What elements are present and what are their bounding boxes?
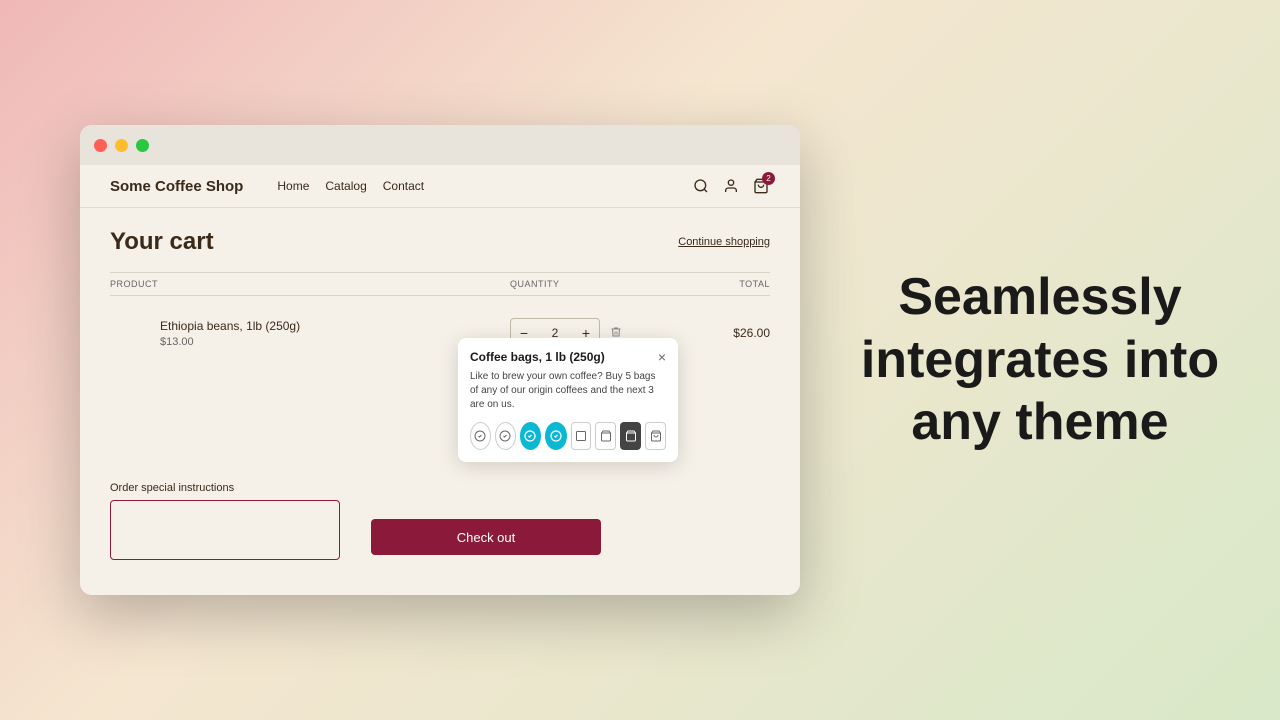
tooltip-icon-2[interactable]: [495, 422, 516, 450]
cart-badge: 2: [762, 172, 775, 185]
tooltip-icon-1[interactable]: [470, 422, 491, 450]
nav-catalog[interactable]: Catalog: [325, 179, 366, 193]
nav-contact[interactable]: Contact: [383, 179, 424, 193]
col-total: TOTAL: [670, 279, 770, 289]
tooltip-header: Coffee bags, 1 lb (250g) ×: [470, 350, 666, 364]
checkout-button[interactable]: Check out: [371, 519, 601, 555]
nav: Some Coffee Shop Home Catalog Contact: [80, 165, 800, 208]
instructions-textarea[interactable]: [110, 500, 340, 560]
tooltip-popup: Coffee bags, 1 lb (250g) × Like to brew …: [458, 338, 678, 462]
col-product: PRODUCT: [110, 279, 510, 289]
tagline: Seamlessly integrates into any theme: [861, 266, 1219, 453]
minimize-button[interactable]: [115, 139, 128, 152]
cart-table-header: PRODUCT QUANTITY TOTAL: [110, 272, 770, 296]
product-name: Ethiopia beans, 1lb (250g): [160, 319, 510, 333]
store-logo: Some Coffee Shop: [110, 178, 243, 195]
browser-titlebar: [80, 125, 800, 165]
cart-icon[interactable]: 2: [752, 177, 770, 195]
tooltip-icon-7[interactable]: [620, 422, 641, 450]
item-total: $26.00: [670, 326, 770, 340]
tooltip-icon-5[interactable]: [571, 422, 592, 450]
cart-header: Your cart Continue shopping: [110, 228, 770, 256]
tooltip-title: Coffee bags, 1 lb (250g): [470, 350, 605, 364]
browser-content: Some Coffee Shop Home Catalog Contact: [80, 165, 800, 595]
cart-title: Your cart: [110, 228, 214, 256]
product-info: Ethiopia beans, 1lb (250g) $13.00: [110, 319, 510, 348]
cart-main: Your cart Continue shopping PRODUCT QUAN…: [80, 208, 800, 595]
instructions-label: Order special instructions: [110, 482, 340, 494]
tooltip-text: Like to brew your own coffee? Buy 5 bags…: [470, 370, 666, 412]
col-quantity: QUANTITY: [510, 279, 670, 289]
right-text-section: Seamlessly integrates into any theme: [800, 226, 1280, 493]
continue-shopping-link[interactable]: Continue shopping: [678, 236, 770, 248]
search-icon[interactable]: [692, 177, 710, 195]
nav-links: Home Catalog Contact: [277, 179, 668, 193]
browser-window: Some Coffee Shop Home Catalog Contact: [80, 125, 800, 595]
maximize-button[interactable]: [136, 139, 149, 152]
special-instructions: Order special instructions: [110, 482, 340, 565]
nav-home[interactable]: Home: [277, 179, 309, 193]
tooltip-icon-3[interactable]: [520, 422, 541, 450]
store-page: Some Coffee Shop Home Catalog Contact: [80, 165, 800, 595]
nav-icons: 2: [692, 177, 770, 195]
close-button[interactable]: [94, 139, 107, 152]
tooltip-icon-4[interactable]: [545, 422, 566, 450]
tooltip-icon-8[interactable]: [645, 422, 666, 450]
tooltip-icon-row: [470, 422, 666, 450]
account-icon[interactable]: [722, 177, 740, 195]
tooltip-close-button[interactable]: ×: [658, 350, 666, 364]
tooltip-icon-6[interactable]: [595, 422, 616, 450]
